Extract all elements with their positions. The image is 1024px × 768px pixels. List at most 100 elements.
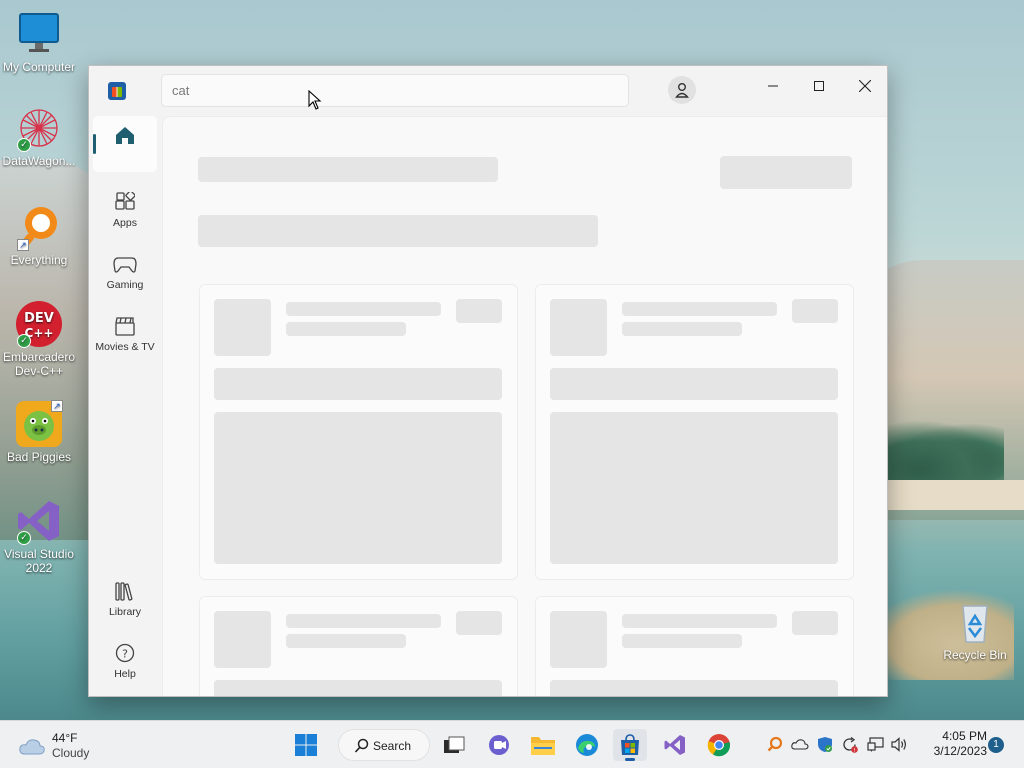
title-bar[interactable]: cat <box>89 66 887 116</box>
home-icon <box>93 116 157 154</box>
microsoft-store-button[interactable] <box>613 729 647 761</box>
close-button[interactable] <box>842 71 887 101</box>
desktop-icon-my-computer[interactable]: My Computer <box>0 10 78 74</box>
chrome-browser-button[interactable] <box>702 729 736 761</box>
chrome-icon <box>707 734 731 757</box>
nav-home[interactable] <box>93 116 157 172</box>
skeleton-image <box>214 412 502 564</box>
taskbar-search-label: Search <box>373 739 412 753</box>
search-input[interactable]: cat <box>161 74 629 107</box>
nav-library-label: Library <box>108 606 142 618</box>
skeleton-thumb <box>214 299 271 356</box>
task-view-button[interactable] <box>437 729 471 761</box>
maximize-button[interactable] <box>796 71 842 101</box>
person-icon <box>675 83 689 98</box>
monitor-icon <box>15 10 63 58</box>
store-logo-icon <box>108 82 126 100</box>
taskbar-search-button[interactable]: Search <box>338 729 430 761</box>
edge-icon <box>576 734 598 756</box>
everything-tray-icon[interactable] <box>766 735 784 753</box>
nav-gaming-label: Gaming <box>106 279 144 291</box>
search-icon <box>354 738 369 753</box>
weather-condition: Cloudy <box>52 746 90 760</box>
nav-apps-label: Apps <box>113 217 137 229</box>
skeleton-image <box>550 412 838 564</box>
file-explorer-button[interactable] <box>526 729 560 761</box>
datawagon-icon: ✓ <box>15 104 63 152</box>
volume-speaker-icon[interactable] <box>891 735 909 753</box>
skeleton-button <box>720 156 852 189</box>
desktop-icon-label: My Computer <box>2 60 76 74</box>
skeleton-card <box>535 596 854 696</box>
desktop-icon-label: Bad Piggies <box>6 450 72 464</box>
skeleton-bar <box>550 680 838 696</box>
desktop-icon-label: DataWagon... <box>2 154 76 168</box>
desktop-icon-visual-studio[interactable]: ✓ Visual Studio 2022 <box>0 497 78 575</box>
store-bag-icon <box>621 734 639 755</box>
security-shield-icon[interactable] <box>816 735 834 753</box>
shortcut-arrow-icon: ↗ <box>51 400 63 412</box>
update-tray-icon[interactable]: ! <box>840 735 858 753</box>
clock-date: 3/12/2023 <box>933 744 987 758</box>
teams-chat-button[interactable] <box>482 729 516 761</box>
skeleton-line <box>286 302 441 316</box>
notification-badge[interactable]: 1 <box>988 737 1004 753</box>
sync-check-icon: ✓ <box>17 334 31 348</box>
skeleton-card <box>199 284 518 580</box>
sync-check-icon: ✓ <box>17 138 31 152</box>
everything-search-icon: ↗ <box>15 203 63 251</box>
desktop-icon-bad-piggies[interactable]: ↗ Bad Piggies <box>0 400 78 464</box>
desktop-icon-recycle-bin[interactable]: Recycle Bin <box>936 598 1014 662</box>
visual-studio-icon <box>664 735 685 755</box>
devcpp-icon: DEV C++ ✓ <box>15 300 63 348</box>
navigation-rail: Apps Gaming Movies & TV Library ? Help <box>89 116 161 696</box>
shortcut-arrow-icon: ↗ <box>17 239 29 251</box>
skeleton-badge <box>456 611 502 635</box>
maximize-icon <box>814 81 824 91</box>
recycle-bin-icon <box>951 598 999 646</box>
skeleton-badge <box>792 611 838 635</box>
svg-text:?: ? <box>122 648 128 661</box>
apps-grid-icon <box>93 186 157 212</box>
svg-text:!: ! <box>853 747 855 752</box>
cloud-icon <box>19 739 45 755</box>
onedrive-icon[interactable] <box>791 735 809 753</box>
nav-movies-tv[interactable]: Movies & TV <box>93 310 157 366</box>
taskbar: 44°F Cloudy Search ! 4:05 PM 3/12/2023 1 <box>0 720 1024 768</box>
skeleton-bar <box>214 368 502 400</box>
system-clock[interactable]: 4:05 PM 3/12/2023 <box>915 729 987 759</box>
edge-browser-button[interactable] <box>570 729 604 761</box>
desktop-icon-label: Recycle Bin <box>943 648 1007 662</box>
visual-studio-button[interactable] <box>658 729 692 761</box>
minimize-button[interactable] <box>750 71 796 101</box>
folder-icon <box>531 737 555 755</box>
skeleton-line <box>286 634 406 648</box>
skeleton-line <box>286 322 406 336</box>
desktop-icon-datawagon[interactable]: ✓ DataWagon... <box>0 104 78 168</box>
account-avatar-button[interactable] <box>668 76 696 104</box>
skeleton-subtitle <box>198 215 598 247</box>
skeleton-card <box>199 596 518 696</box>
skeleton-thumb <box>550 299 607 356</box>
nav-apps[interactable]: Apps <box>93 186 157 242</box>
nav-help-label: Help <box>114 668 136 680</box>
visual-studio-icon: ✓ <box>15 497 63 545</box>
game-controller-icon <box>93 248 157 274</box>
skeleton-line <box>622 322 742 336</box>
start-button[interactable] <box>289 729 323 761</box>
bad-piggies-icon: ↗ <box>15 400 63 448</box>
desktop-icon-everything[interactable]: ↗ Everything <box>0 203 78 267</box>
windows-logo-icon <box>295 734 317 756</box>
nav-help[interactable]: ? Help <box>93 637 157 693</box>
library-books-icon <box>93 575 157 601</box>
nav-library[interactable]: Library <box>93 575 157 631</box>
weather-temp: 44°F <box>52 731 78 745</box>
nav-gaming[interactable]: Gaming <box>93 248 157 304</box>
desktop-icon-label: Visual Studio 2022 <box>4 547 74 575</box>
svg-text:DEV: DEV <box>24 311 54 326</box>
skeleton-badge <box>792 299 838 323</box>
close-icon <box>859 80 871 92</box>
desktop-icon-devcpp[interactable]: DEV C++ ✓ Embarcadero Dev-C++ <box>0 300 78 378</box>
network-icon[interactable] <box>866 735 884 753</box>
skeleton-thumb <box>550 611 607 668</box>
